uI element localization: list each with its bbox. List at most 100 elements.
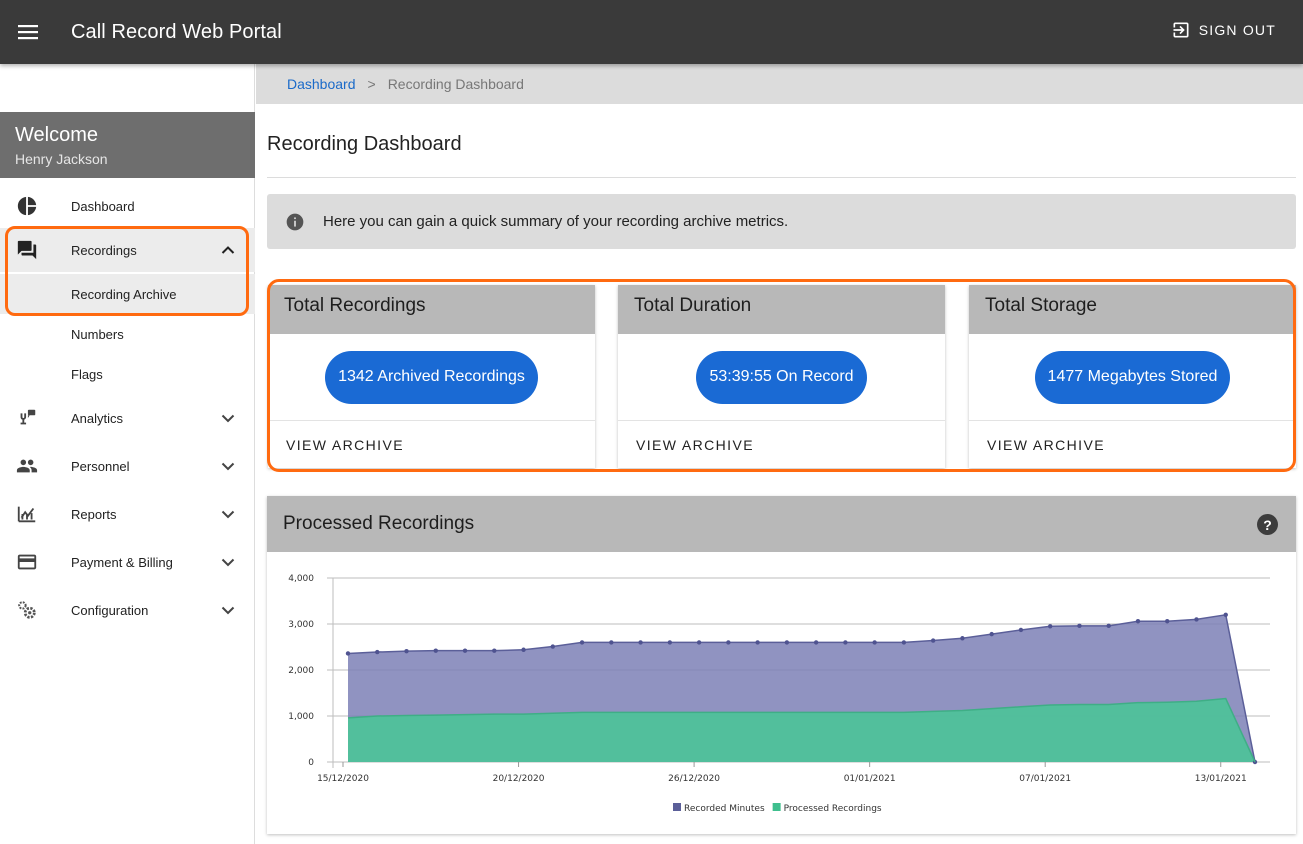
sidebar-item-dashboard[interactable]: Dashboard xyxy=(0,184,255,228)
sidebar-subitem-flags[interactable]: Flags xyxy=(0,354,255,394)
x-tick-label: 20/12/2020 xyxy=(493,774,545,784)
analytics-icon xyxy=(16,407,38,429)
divider xyxy=(267,177,1296,178)
x-tick-label: 26/12/2020 xyxy=(668,774,720,784)
data-point xyxy=(1194,617,1199,622)
card-title: Total Storage xyxy=(969,285,1296,334)
data-point xyxy=(433,648,438,653)
data-point xyxy=(404,648,409,654)
x-tick-label: 07/01/2021 xyxy=(1019,774,1071,784)
chevron-down-icon[interactable] xyxy=(219,409,237,427)
total-recordings-card: Total Recordings 1342 Archived Recording… xyxy=(268,285,595,468)
chevron-down-icon[interactable] xyxy=(219,601,237,619)
card-title: Total Duration xyxy=(618,285,945,334)
sidebar-item-label: Personnel xyxy=(71,458,130,474)
data-point xyxy=(872,640,877,645)
sidebar-subitem-label: Flags xyxy=(71,366,103,382)
breadcrumb-dashboard-link[interactable]: Dashboard xyxy=(287,76,356,92)
menu-icon[interactable] xyxy=(0,0,56,64)
on-record-button[interactable]: 53:39:55 On Record xyxy=(696,350,867,404)
welcome-title: Welcome xyxy=(15,124,98,146)
view-archive-button[interactable]: VIEW ARCHIVE xyxy=(969,421,1296,468)
data-point xyxy=(609,640,614,645)
view-archive-button[interactable]: VIEW ARCHIVE xyxy=(618,421,945,468)
y-tick-label: 3,000 xyxy=(288,620,314,630)
data-point xyxy=(638,640,643,645)
sidebar-item-configuration[interactable]: Configuration xyxy=(0,588,255,632)
chevron-down-icon[interactable] xyxy=(219,553,237,571)
sign-out-button[interactable]: SIGN OUT xyxy=(1171,20,1276,40)
sidebar-item-label: Configuration xyxy=(71,602,149,618)
data-point xyxy=(345,651,351,656)
credit-card-icon xyxy=(16,551,38,573)
x-tick-label: 01/01/2021 xyxy=(844,774,896,784)
legend-swatch xyxy=(772,803,781,811)
sidebar-item-label: Recordings xyxy=(71,242,137,258)
sidebar-subitem-label: Recording Archive xyxy=(71,286,177,302)
data-point xyxy=(696,640,702,645)
data-point xyxy=(1223,612,1228,617)
sidebar-item-personnel[interactable]: Personnel xyxy=(0,444,255,488)
data-point xyxy=(375,649,380,655)
data-point xyxy=(579,640,585,645)
people-icon xyxy=(16,455,38,477)
legend-label: Recorded Minutes xyxy=(684,804,765,814)
sidebar-subitem-numbers[interactable]: Numbers xyxy=(0,314,255,354)
app-title: Call Record Web Portal xyxy=(71,20,282,43)
legend-swatch xyxy=(673,803,681,811)
y-tick-label: 4,000 xyxy=(288,574,314,584)
chart-card-header: Processed Recordings ? xyxy=(267,496,1296,552)
data-point xyxy=(1018,627,1024,633)
data-point xyxy=(960,636,965,641)
chevron-up-icon[interactable] xyxy=(219,241,237,259)
data-point xyxy=(550,644,556,649)
data-point xyxy=(492,648,497,653)
exit-icon xyxy=(1173,22,1189,38)
breadcrumb-separator: > xyxy=(367,76,376,92)
forum-icon xyxy=(16,239,38,261)
data-point xyxy=(755,640,760,645)
view-archive-button[interactable]: VIEW ARCHIVE xyxy=(268,421,595,468)
data-point xyxy=(1106,623,1111,629)
sidebar-item-label: Dashboard xyxy=(71,198,135,214)
page-title: Recording Dashboard xyxy=(267,133,462,155)
sidebar-item-recordings[interactable]: Recordings xyxy=(0,228,255,272)
sidebar-item-reports[interactable]: Reports xyxy=(0,492,255,536)
sidebar-subitem-recording-archive[interactable]: Recording Archive xyxy=(0,274,255,314)
data-point xyxy=(1047,624,1053,629)
reports-icon xyxy=(16,503,38,525)
data-point xyxy=(521,647,526,652)
data-point xyxy=(1165,619,1170,624)
data-point xyxy=(989,631,994,637)
app-bar: Call Record Web Portal SIGN OUT xyxy=(0,0,1303,64)
archived-recordings-button[interactable]: 1342 Archived Recordings xyxy=(325,350,538,404)
megabytes-stored-button[interactable]: 1477 Megabytes Stored xyxy=(1034,350,1231,404)
card-title: Total Recordings xyxy=(268,285,595,334)
user-name: Henry Jackson xyxy=(15,151,108,167)
sidebar-item-analytics[interactable]: Analytics xyxy=(0,396,255,440)
info-text: Here you can gain a quick summary of you… xyxy=(323,213,789,230)
chevron-down-icon[interactable] xyxy=(219,457,237,475)
chart-card-title: Processed Recordings xyxy=(283,513,475,534)
total-duration-card: Total Duration 53:39:55 On Record VIEW A… xyxy=(618,285,945,468)
y-tick-label: 0 xyxy=(308,758,314,768)
total-storage-card: Total Storage 1477 Megabytes Stored VIEW… xyxy=(969,285,1296,468)
data-point xyxy=(930,638,936,643)
help-icon[interactable]: ? xyxy=(1257,514,1278,535)
settings-icon xyxy=(16,599,38,621)
info-banner: Here you can gain a quick summary of you… xyxy=(267,194,1296,249)
data-point xyxy=(667,640,673,645)
data-point xyxy=(462,648,468,653)
processed-recordings-chart: 0 1,000 2,000 3,000 4,000 15/12/2020 20/12/202… xyxy=(288,574,1270,814)
processed-recordings-card: Processed Recordings ? 0 1,000 2,000 3,000 4… xyxy=(267,496,1296,834)
sidebar-item-payment-billing[interactable]: Payment & Billing xyxy=(0,540,255,584)
data-point xyxy=(726,640,731,645)
chevron-down-icon[interactable] xyxy=(219,505,237,523)
breadcrumb: Dashboard > Recording Dashboard xyxy=(256,64,1303,104)
data-point xyxy=(843,640,848,645)
sidebar: Welcome Henry Jackson Dashboard Recordin… xyxy=(0,64,255,844)
welcome-panel: Welcome Henry Jackson xyxy=(0,112,255,178)
data-point xyxy=(784,640,790,645)
data-point xyxy=(1077,623,1082,629)
data-point xyxy=(813,640,819,645)
